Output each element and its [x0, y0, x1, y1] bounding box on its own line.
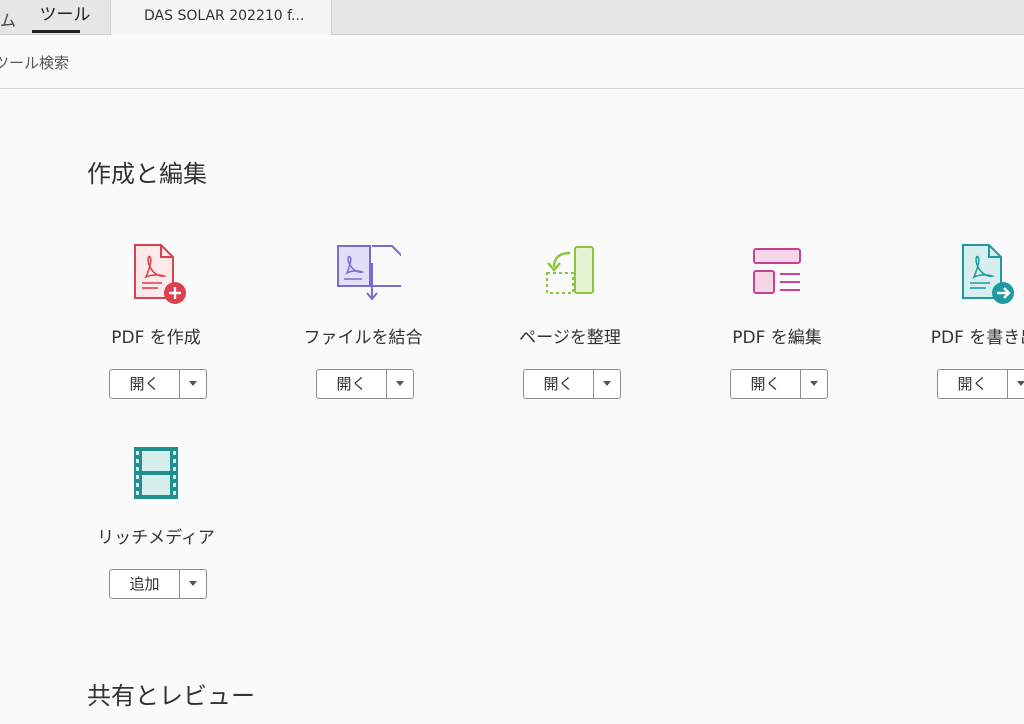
- tool-search-input[interactable]: ツール検索: [0, 52, 69, 73]
- export-pdf-icon[interactable]: [956, 243, 1016, 307]
- open-button[interactable]: 開く: [110, 370, 180, 398]
- tool-edit-pdf-button: 開く: [730, 369, 828, 399]
- tool-combine-files-button: 開く: [316, 369, 414, 399]
- tool-export-pdf: PDF を書き出 開く: [884, 243, 1024, 403]
- dropdown-button[interactable]: [180, 370, 206, 398]
- tab-document-label: DAS SOLAR 202210 f...: [144, 8, 305, 24]
- create-pdf-icon[interactable]: [128, 243, 188, 307]
- chevron-down-icon: [189, 381, 197, 386]
- open-button[interactable]: 開く: [731, 370, 801, 398]
- open-button[interactable]: 開く: [317, 370, 387, 398]
- tool-rich-media-button: 追加: [109, 569, 207, 599]
- dropdown-button[interactable]: [1008, 370, 1024, 398]
- dropdown-button[interactable]: [594, 370, 620, 398]
- add-button[interactable]: 追加: [110, 570, 180, 598]
- tab-tools[interactable]: ツール: [20, 0, 110, 35]
- tab-document[interactable]: DAS SOLAR 202210 f...: [110, 0, 332, 35]
- tool-combine-files-label: ファイルを結合: [303, 328, 423, 348]
- tool-create-pdf-button: 開く: [109, 369, 207, 399]
- open-button[interactable]: 開く: [938, 370, 1008, 398]
- tab-tools-label: ツール: [39, 5, 91, 25]
- section-title-create-edit: 作成と編集: [87, 160, 207, 188]
- tool-organize-pages-label: ページを整理: [519, 328, 621, 348]
- chevron-down-icon: [810, 381, 818, 386]
- chevron-down-icon: [396, 381, 404, 386]
- tool-create-pdf-label: PDF を作成: [111, 328, 201, 348]
- dropdown-button[interactable]: [387, 370, 413, 398]
- chevron-down-icon: [603, 381, 611, 386]
- open-button[interactable]: 開く: [524, 370, 594, 398]
- section-title-share-review: 共有とレビュー: [87, 682, 255, 710]
- dropdown-button[interactable]: [180, 570, 206, 598]
- dropdown-button[interactable]: [801, 370, 827, 398]
- tab-bar: ム ツール DAS SOLAR 202210 f...: [0, 0, 1024, 35]
- rich-media-icon[interactable]: [128, 443, 188, 507]
- organize-pages-icon[interactable]: [542, 243, 602, 307]
- tool-rich-media-label: リッチメディア: [97, 528, 215, 548]
- tool-search-bar: ツール検索: [0, 35, 1024, 89]
- chevron-down-icon: [189, 581, 197, 586]
- tool-organize-pages-button: 開く: [523, 369, 621, 399]
- tool-export-pdf-label: PDF を書き出: [930, 328, 1024, 348]
- home-tab-fragment[interactable]: ム: [0, 7, 16, 31]
- tool-export-pdf-button: 開く: [937, 369, 1024, 399]
- combine-files-icon[interactable]: [335, 243, 403, 307]
- edit-pdf-icon[interactable]: [749, 243, 809, 307]
- active-tab-indicator: [32, 30, 80, 33]
- chevron-down-icon: [1017, 381, 1024, 386]
- tool-edit-pdf-label: PDF を編集: [732, 328, 822, 348]
